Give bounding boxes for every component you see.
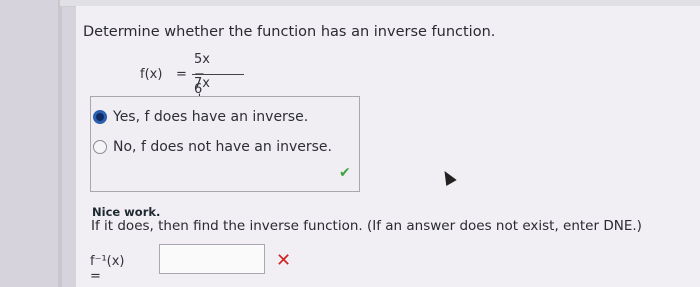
feedback-message: Nice work. — [92, 205, 161, 219]
checkmark-icon: ✔ — [339, 165, 351, 181]
equals-sign: = — [176, 67, 187, 82]
instruction-text: If it does, then find the inverse functi… — [91, 218, 642, 234]
radio-unselected-icon[interactable] — [93, 140, 107, 154]
choice-yes[interactable]: Yes, f does have an inverse. — [93, 109, 308, 125]
answer-choices: Yes, f does have an inverse. No, f does … — [90, 96, 360, 192]
radio-selected-icon[interactable] — [93, 110, 107, 124]
inverse-answer-input[interactable] — [159, 244, 265, 274]
inverse-function-label: f⁻¹(x) = — [90, 254, 125, 284]
fraction-bar — [192, 74, 244, 75]
incorrect-x-icon: ✕ — [276, 250, 292, 271]
choice-no-label: No, f does not have an inverse. — [113, 139, 332, 155]
choice-yes-label: Yes, f does have an inverse. — [113, 109, 309, 125]
sidebar-divider — [58, 0, 62, 287]
question-text: Determine whether the function has an in… — [83, 24, 496, 40]
left-sidebar-strip — [0, 0, 76, 287]
function-label: f(x) — [140, 67, 163, 82]
choice-no[interactable]: No, f does not have an inverse. — [93, 139, 332, 155]
